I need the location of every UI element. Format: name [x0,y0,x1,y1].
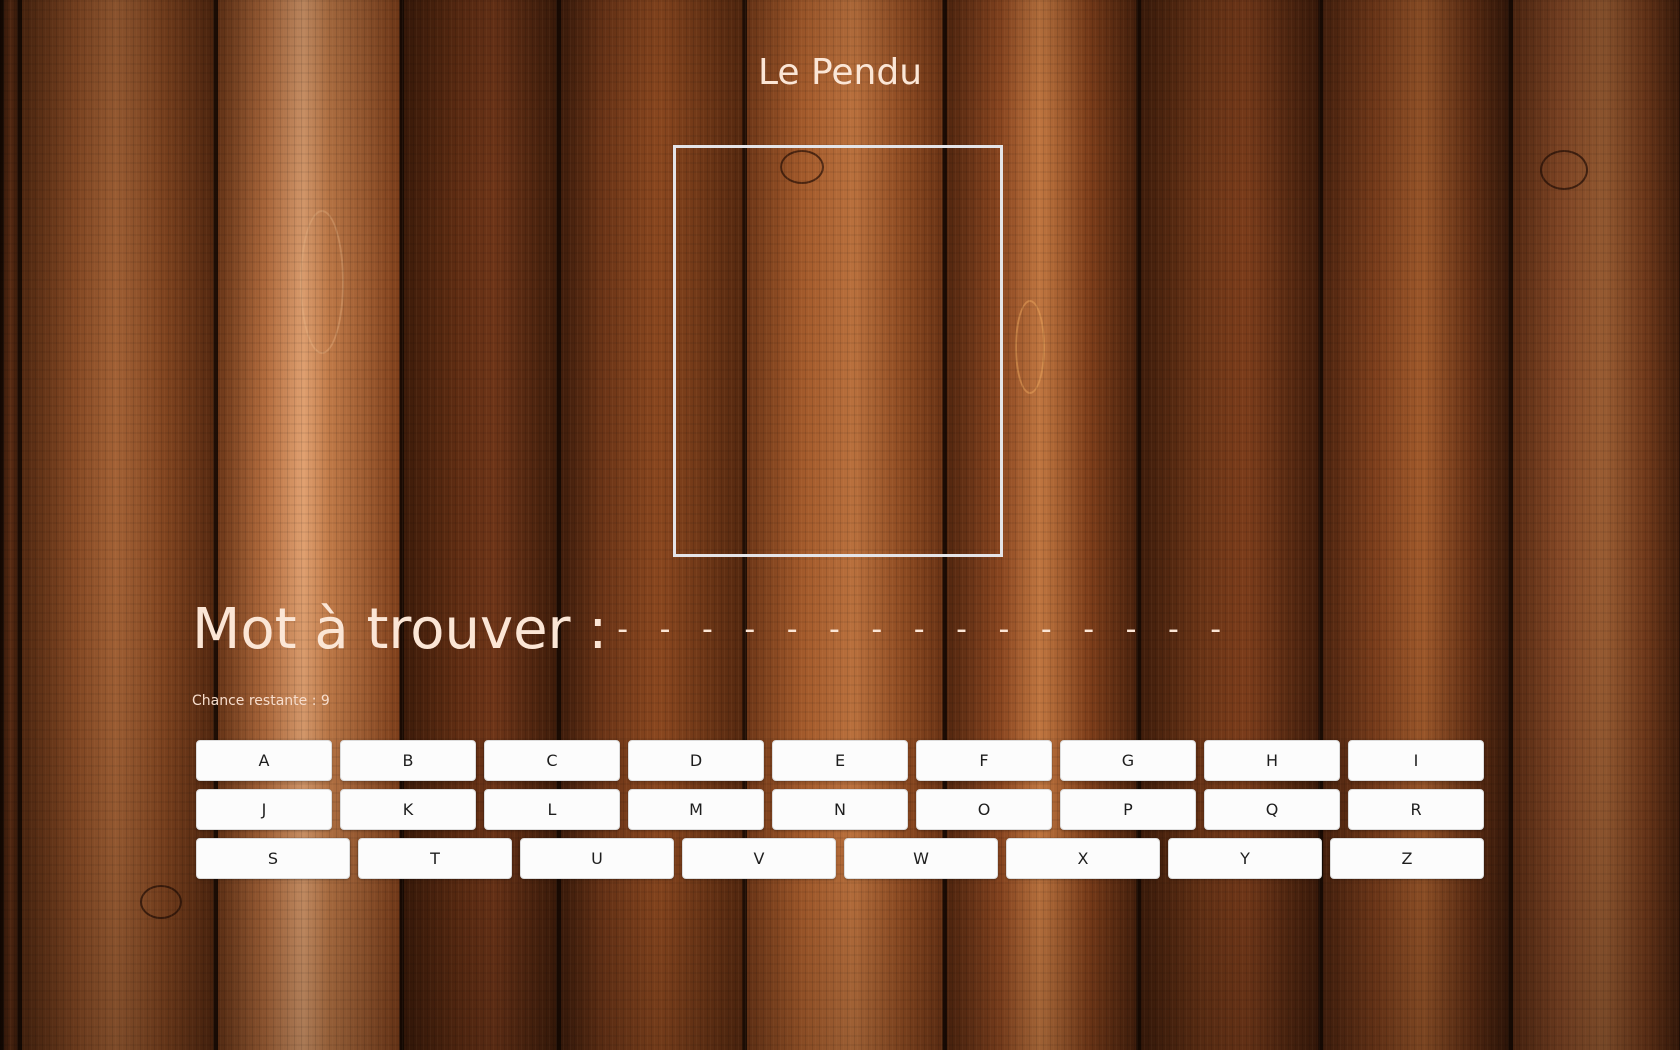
keyboard-row: A B C D E F G H I [196,740,1484,781]
remaining-chances: Chance restante : 9 [192,693,330,709]
wood-plank [214,0,400,1050]
letter-button-v[interactable]: V [682,838,836,879]
letter-button-z[interactable]: Z [1330,838,1484,879]
wood-plank [1509,0,1680,1050]
letter-button-m[interactable]: M [628,789,764,830]
letter-button-e[interactable]: E [772,740,908,781]
letter-button-g[interactable]: G [1060,740,1196,781]
letter-button-q[interactable]: Q [1204,789,1340,830]
letter-button-r[interactable]: R [1348,789,1484,830]
letter-button-h[interactable]: H [1204,740,1340,781]
keyboard-row: S T U V W X Y Z [196,838,1484,879]
letter-button-y[interactable]: Y [1168,838,1322,879]
hangman-drawing-area [673,145,1003,557]
letter-button-n[interactable]: N [772,789,908,830]
wood-plank [0,0,18,1050]
letter-button-d[interactable]: D [628,740,764,781]
wood-plank [400,0,557,1050]
letter-button-l[interactable]: L [484,789,620,830]
letter-button-i[interactable]: I [1348,740,1484,781]
letter-button-f[interactable]: F [916,740,1052,781]
letter-button-j[interactable]: J [196,789,332,830]
letter-button-t[interactable]: T [358,838,512,879]
letter-button-a[interactable]: A [196,740,332,781]
letter-button-c[interactable]: C [484,740,620,781]
word-label: Mot à trouver : [192,597,608,662]
letter-button-b[interactable]: B [340,740,476,781]
letter-button-p[interactable]: P [1060,789,1196,830]
wood-plank [18,0,214,1050]
wood-plank [1137,0,1319,1050]
word-to-find: Mot à trouver : - - - - - - - - - - - - -… [192,595,1232,665]
letter-button-s[interactable]: S [196,838,350,879]
letter-button-o[interactable]: O [916,789,1052,830]
letter-button-w[interactable]: W [844,838,998,879]
letter-keyboard: A B C D E F G H I J K L M N O P Q R S T … [196,740,1484,887]
letter-button-u[interactable]: U [520,838,674,879]
page-title: Le Pendu [757,52,923,93]
keyboard-row: J K L M N O P Q R [196,789,1484,830]
letter-button-x[interactable]: X [1006,838,1160,879]
letter-button-k[interactable]: K [340,789,476,830]
wood-plank [1319,0,1509,1050]
word-mask: - - - - - - - - - - - - - - - [617,612,1233,647]
